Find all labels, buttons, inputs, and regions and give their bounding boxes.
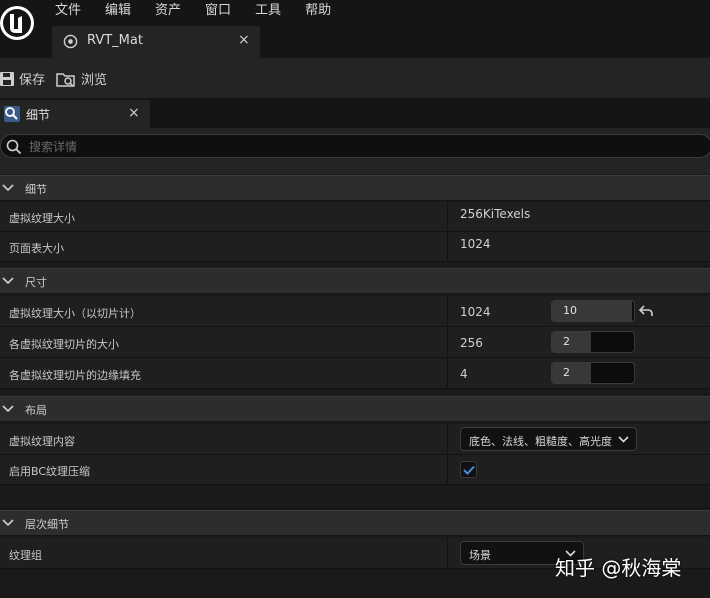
chevron-down-icon [618, 436, 629, 443]
tiles-count-input[interactable]: 10 [551, 300, 635, 322]
property-name: 纹理组 [9, 549, 42, 562]
border-padding-input[interactable]: 2 [551, 362, 635, 384]
details-tab-label: 细节 [26, 108, 51, 122]
browse-button[interactable]: 浏览 [56, 69, 107, 88]
toolbar: 保存 浏览 [0, 58, 710, 98]
dropdown-value: 场景 [469, 549, 491, 562]
browse-folder-icon [56, 72, 75, 87]
menu-item-edit[interactable]: 编辑 [105, 2, 131, 20]
property-name: 启用BC纹理压缩 [9, 465, 91, 478]
menu-item-asset[interactable]: 资产 [155, 2, 181, 20]
section-lod-header[interactable]: 层次细节 [0, 510, 710, 536]
spacer-row [0, 485, 710, 509]
property-value: 256KiTexels [460, 207, 531, 221]
property-row: 各虚拟纹理切片的边缘填充 4 2 [0, 358, 710, 389]
section-title: 尺寸 [25, 276, 47, 289]
asset-tab-label: RVT_Mat [87, 33, 143, 48]
column-divider[interactable] [447, 232, 448, 261]
chevron-down-icon [2, 184, 14, 192]
property-name: 虚拟纹理大小（以切片计） [9, 307, 141, 320]
details-panel: 搜索详情 细节 虚拟纹理大小 256KiTexels 页面表大小 1024 尺寸… [0, 128, 710, 598]
property-row: 页面表大小 1024 [0, 232, 710, 262]
chevron-down-icon [2, 519, 14, 527]
material-icon [63, 34, 78, 49]
property-value: 4 [460, 367, 468, 381]
reset-arrow-icon[interactable] [639, 305, 653, 317]
search-placeholder: 搜索详情 [29, 140, 78, 154]
property-name: 各虚拟纹理切片的边缘填充 [9, 369, 141, 382]
property-value: 1024 [460, 305, 491, 319]
section-layout-header[interactable]: 布局 [0, 396, 710, 422]
close-details-tab-icon[interactable]: × [128, 105, 140, 121]
property-value: 1024 [460, 237, 491, 251]
save-label: 保存 [19, 73, 46, 88]
section-details-header[interactable]: 细节 [0, 175, 710, 201]
column-divider[interactable] [447, 296, 448, 326]
menu-item-help[interactable]: 帮助 [305, 2, 331, 20]
main-menu: 文件 编辑 资产 窗口 工具 帮助 [55, 2, 355, 20]
watermark: 知乎 @秋海棠 [555, 556, 682, 580]
property-row: 启用BC纹理压缩 [0, 455, 710, 485]
checkmark-icon [463, 465, 475, 475]
details-tab-strip: 细节 × [0, 98, 710, 128]
save-icon [0, 71, 14, 86]
search-input[interactable]: 搜索详情 [0, 134, 710, 158]
property-row: 虚拟纹理大小 256KiTexels [0, 202, 710, 232]
column-divider[interactable] [447, 424, 448, 454]
property-row: 虚拟纹理内容 底色、法线、粗糙度、高光度 [0, 424, 710, 455]
section-title: 布局 [25, 404, 47, 417]
column-divider[interactable] [447, 358, 448, 388]
property-name: 页面表大小 [9, 242, 64, 255]
column-divider[interactable] [447, 202, 448, 231]
column-divider[interactable] [447, 327, 448, 357]
column-divider[interactable] [447, 455, 448, 484]
property-name: 虚拟纹理大小 [9, 212, 75, 225]
input-value: 2 [563, 335, 570, 348]
menu-item-tools[interactable]: 工具 [255, 2, 281, 20]
details-tab[interactable]: 细节 × [0, 100, 150, 128]
chevron-down-icon [2, 277, 14, 285]
bc-compression-checkbox[interactable] [460, 461, 477, 478]
property-row: 各虚拟纹理切片的大小 256 2 [0, 327, 710, 358]
tile-size-input[interactable]: 2 [551, 331, 635, 353]
slider-fill [552, 332, 592, 352]
browse-label: 浏览 [81, 73, 108, 88]
title-bar: 文件 编辑 资产 窗口 工具 帮助 RVT_Mat × [0, 0, 710, 58]
chevron-down-icon [2, 405, 14, 413]
unreal-logo-icon[interactable] [0, 0, 40, 48]
column-divider[interactable] [447, 538, 448, 568]
section-title: 细节 [25, 183, 47, 196]
search-icon [6, 139, 22, 155]
search-bar: 搜索详情 [0, 128, 710, 174]
property-name: 各虚拟纹理切片的大小 [9, 338, 119, 351]
save-button[interactable]: 保存 [0, 69, 45, 88]
dropdown-value: 底色、法线、粗糙度、高光度 [469, 435, 612, 448]
section-title: 层次细节 [25, 518, 69, 531]
property-value: 256 [460, 336, 483, 350]
slider-fill [552, 363, 592, 383]
menu-item-window[interactable]: 窗口 [205, 2, 231, 20]
close-tab-icon[interactable]: × [238, 32, 250, 48]
virtual-texture-content-dropdown[interactable]: 底色、法线、粗糙度、高光度 [460, 427, 637, 451]
section-size-header[interactable]: 尺寸 [0, 268, 710, 294]
menu-item-file[interactable]: 文件 [55, 2, 81, 20]
property-row: 虚拟纹理大小（以切片计） 1024 10 [0, 296, 710, 327]
input-value: 2 [563, 366, 570, 379]
details-magnifier-icon [4, 106, 20, 122]
asset-editor-tab[interactable]: RVT_Mat × [52, 26, 260, 58]
property-name: 虚拟纹理内容 [9, 435, 75, 448]
input-value: 10 [563, 304, 577, 317]
